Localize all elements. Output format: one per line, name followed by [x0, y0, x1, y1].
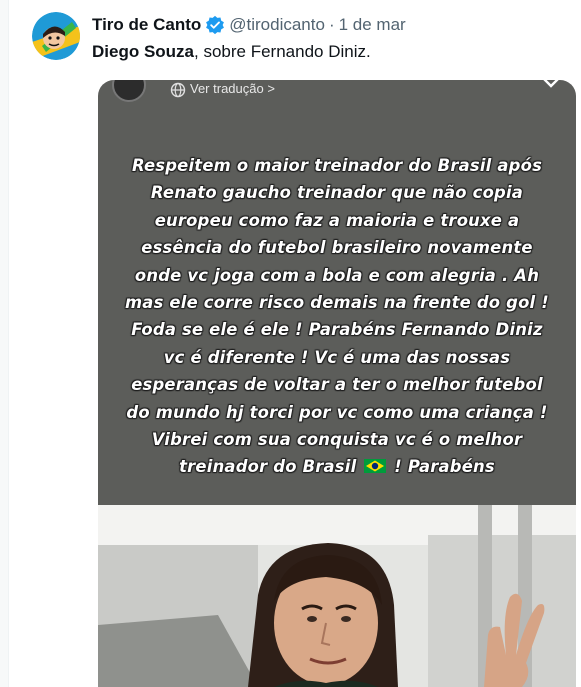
avatar[interactable] [32, 12, 80, 60]
story-line: Vibrei com sua conquista vc é o melhor [151, 430, 523, 450]
tweet-date[interactable]: 1 de mar [339, 14, 406, 36]
story-line-last-after: ! Parabéns [394, 457, 495, 477]
story-text: Respeitem o maior treinador do Brasil ap… [98, 152, 576, 481]
tweet-text-rest: , sobre Fernando Diniz. [194, 42, 371, 61]
translate-label: Ver tradução [190, 81, 264, 96]
story-line: onde vc joga com a bola e com alegria . … [134, 265, 540, 285]
author-name[interactable]: Tiro de Canto [92, 14, 201, 36]
tweet-card[interactable]: Tiro de Canto @tirodicanto · 1 de mar Di… [8, 0, 581, 687]
tweet-text: Diego Souza, sobre Fernando Diniz. [92, 40, 371, 64]
story-line: Foda se ele é ele ! Parabéns Fernando Di… [131, 320, 543, 340]
story-line: Renato gaucho treinador que não copia [150, 183, 524, 203]
story-line: vc é diferente ! Vc é uma das nossas [163, 347, 511, 367]
globe-icon [170, 82, 186, 98]
story-line: europeu como faz a maioria e trouxe a [154, 210, 520, 230]
story-line-last: treinador do Brasil ! Parabéns [98, 453, 576, 480]
story-photo [98, 505, 576, 687]
chevron-right-icon: > [267, 81, 275, 96]
story-header: Ver tradução > [98, 80, 576, 102]
separator-dot: · [328, 15, 335, 34]
story-line: essência do futebol brasileiro novamente [141, 238, 533, 258]
story-line: Respeitem o maior treinador do Brasil ap… [131, 156, 543, 175]
story-avatar [112, 80, 146, 102]
translate-link[interactable]: Ver tradução > [190, 81, 275, 96]
tweet-text-bold: Diego Souza [92, 42, 195, 61]
author-handle[interactable]: @tirodicanto [229, 14, 325, 36]
tweet-media[interactable]: Ver tradução > Respeitem o maior treinad… [98, 80, 576, 687]
story-line-last-before: treinador do Brasil [179, 457, 357, 477]
story-line: mas ele corre risco demais na frente do … [125, 293, 549, 313]
close-icon[interactable] [538, 80, 564, 94]
story-line: do mundo hj torci por vc como uma crianç… [126, 402, 548, 422]
story-line: esperanças de voltar a ter o melhor fute… [131, 375, 543, 395]
verified-badge-icon [205, 15, 225, 35]
brazil-flag-icon [364, 454, 387, 474]
tweet-header: Tiro de Canto @tirodicanto · 1 de mar [92, 14, 406, 36]
